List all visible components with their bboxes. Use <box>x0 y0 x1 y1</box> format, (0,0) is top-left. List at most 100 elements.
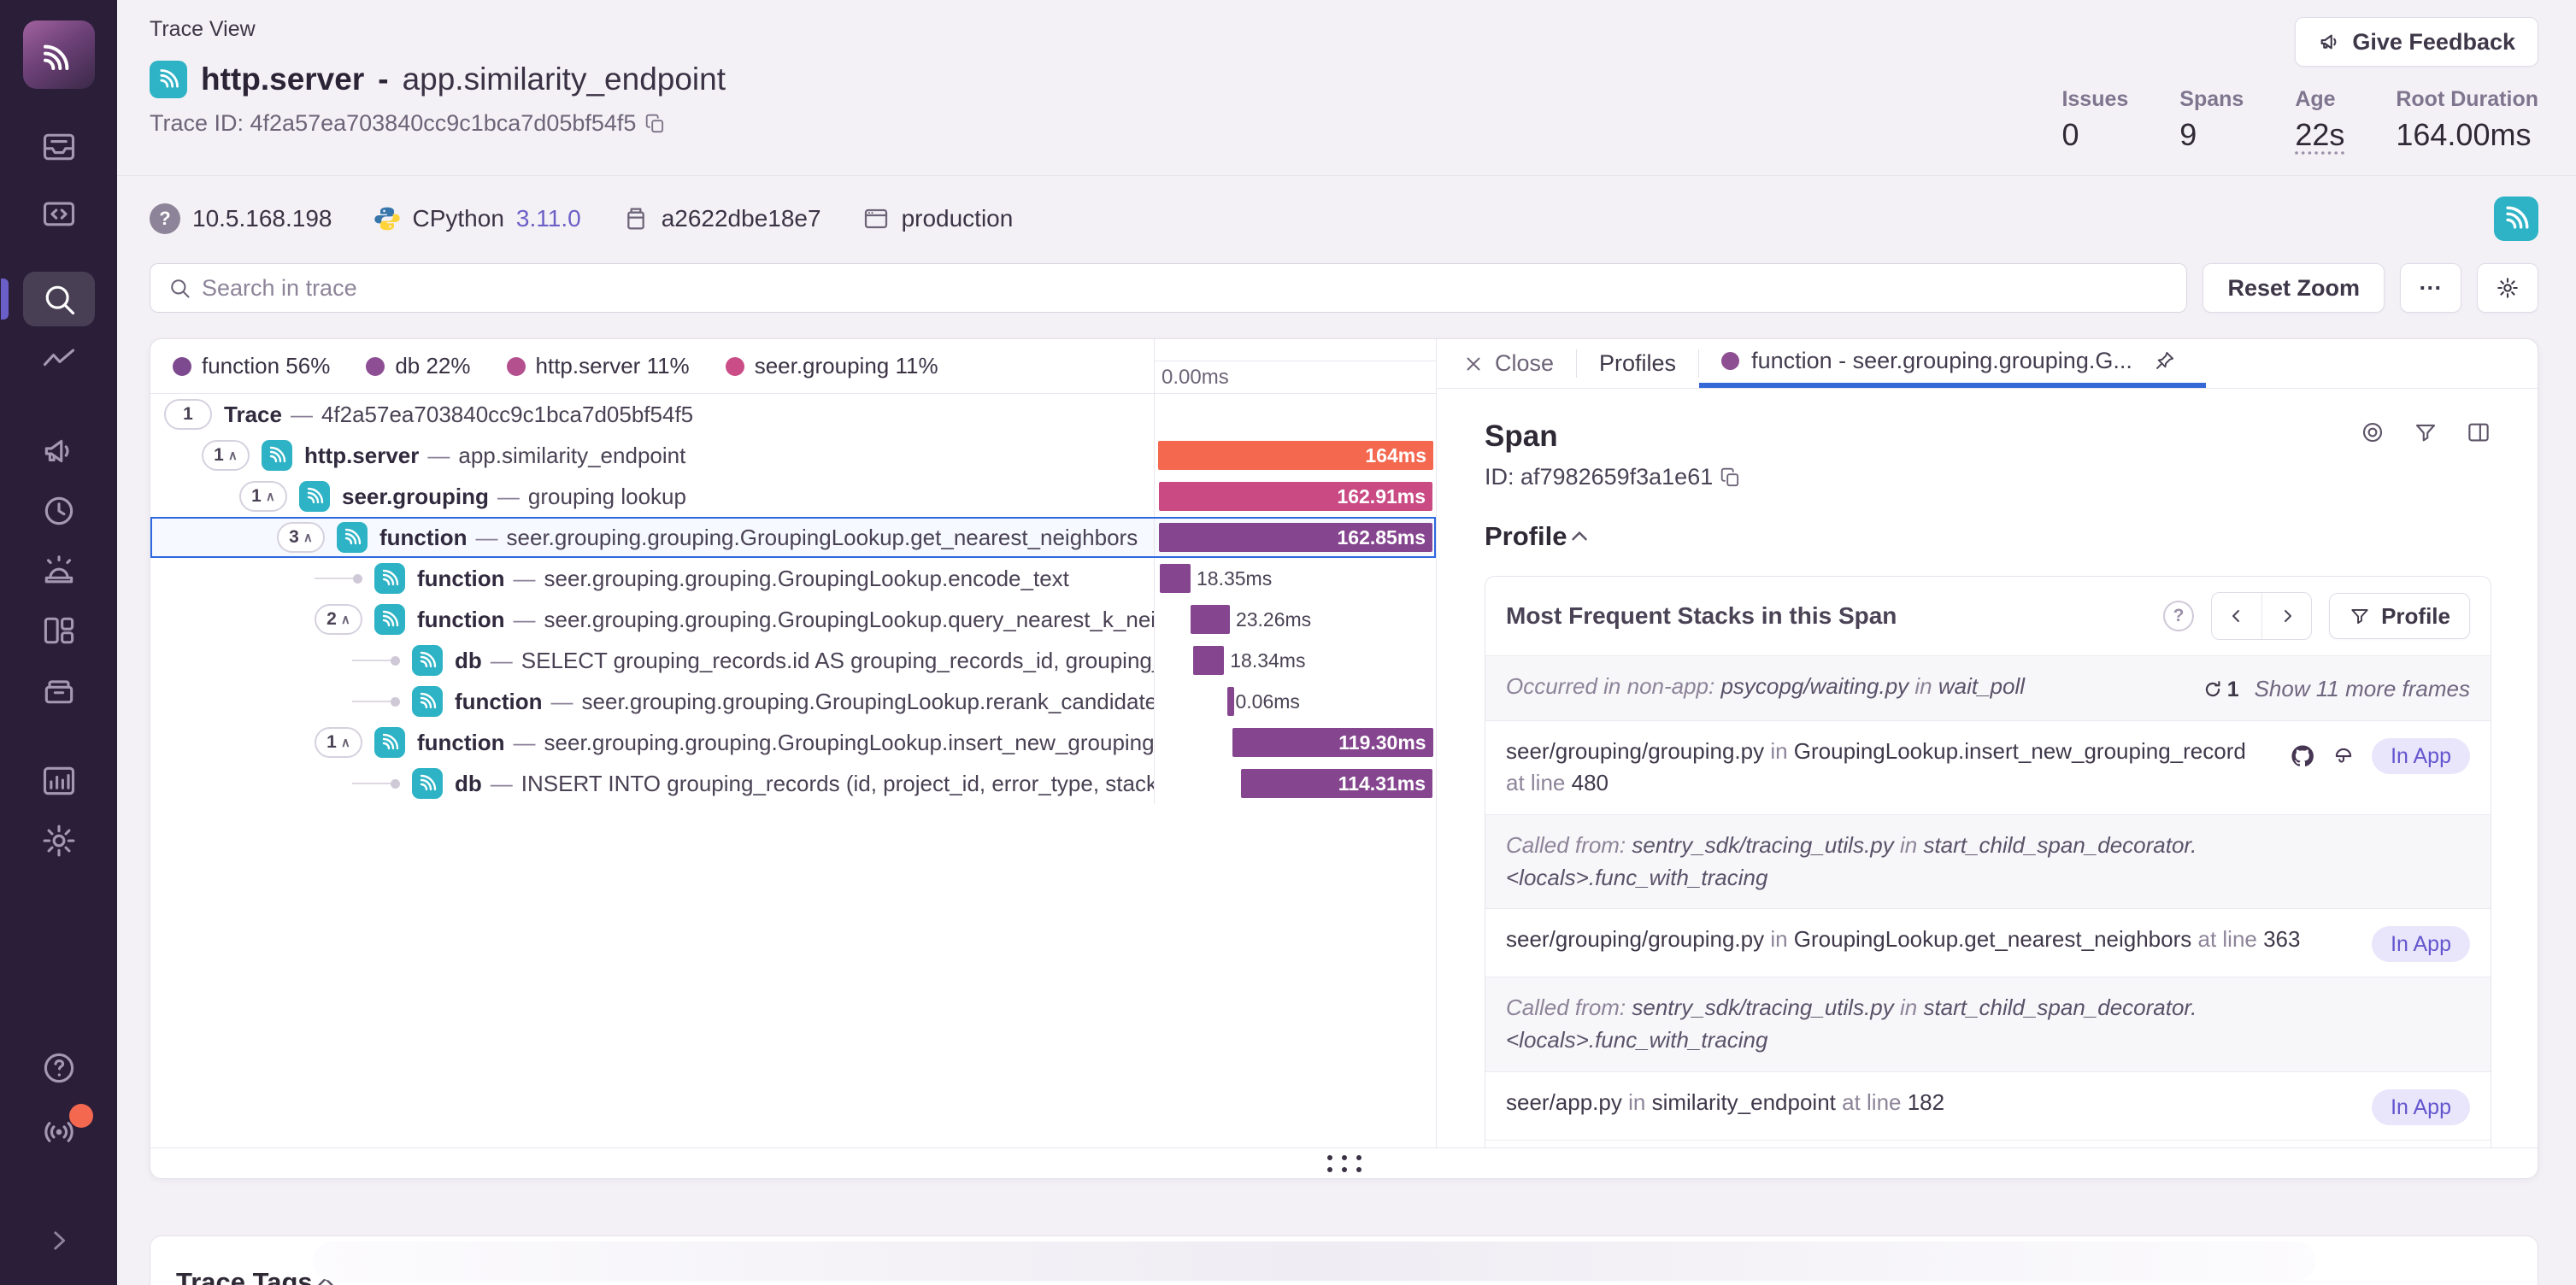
span-op-icon <box>412 686 443 717</box>
stack-frame-row[interactable]: Called from: sentry_sdk/tracing_utils.py… <box>1485 977 2491 1071</box>
trace-row[interactable]: function—seer.grouping.grouping.Grouping… <box>150 558 1436 599</box>
show-more-frames-link[interactable]: Show 11 more frames <box>2255 673 2470 706</box>
trace-row[interactable]: db—INSERT INTO grouping_records (id, pro… <box>150 763 1436 804</box>
span-op-icon <box>374 727 405 758</box>
next-stack-button[interactable] <box>2261 593 2311 639</box>
span-op: function <box>417 607 505 633</box>
legend-seer-grouping[interactable]: seer.grouping 11% <box>726 353 938 379</box>
reset-zoom-button[interactable]: Reset Zoom <box>2203 263 2385 313</box>
frame-segment: 480 <box>1572 770 1609 795</box>
stack-frame-row[interactable]: seer/app.py in similarity_endpoint at li… <box>1485 1071 2491 1140</box>
github-icon[interactable] <box>2290 743 2315 769</box>
window-icon <box>862 205 890 232</box>
layout-columns-icon[interactable] <box>2466 420 2491 445</box>
close-tab-button[interactable]: Close <box>1462 339 1576 388</box>
trace-tags-card: Trace Tags <box>150 1235 2538 1285</box>
frame-segment: sentry_sdk/tracing_utils.py <box>1632 832 1893 858</box>
pin-tab-icon[interactable] <box>2146 343 2184 380</box>
sidebar-item-stats[interactable] <box>23 754 95 808</box>
panel-resize-handle[interactable] <box>150 1147 2538 1178</box>
duration-cell: 162.91ms <box>1154 476 1436 517</box>
trace-row[interactable]: 1∧http.server—app.similarity_endpoint164… <box>150 435 1436 476</box>
span-op: seer.grouping <box>342 484 489 510</box>
span-count-badge[interactable]: 2∧ <box>315 604 362 635</box>
span-count-badge[interactable]: 1 <box>164 399 212 430</box>
span-count-badge[interactable]: 1∧ <box>202 440 250 471</box>
tab-span-active[interactable]: function - seer.grouping.grouping.G... <box>1699 339 2206 388</box>
trace-row[interactable]: 1Trace—4f2a57ea703840cc9c1bca7d05bf54f5 <box>150 394 1436 435</box>
sidebar-item-search[interactable] <box>23 272 95 326</box>
profile-section-header[interactable]: Profile <box>1485 521 2491 552</box>
inbox-icon <box>40 128 78 166</box>
copy-icon[interactable] <box>644 113 667 135</box>
span-count-badge[interactable]: 3∧ <box>277 522 325 553</box>
frame-segment: 182 <box>1908 1089 1944 1115</box>
seer-tool-icon[interactable] <box>2331 743 2356 769</box>
span-op-separator: — <box>291 402 313 428</box>
prev-stack-button[interactable] <box>2212 593 2261 639</box>
span-title: Span <box>1485 420 1558 454</box>
copy-icon[interactable] <box>1720 466 1742 489</box>
sidebar-item-performance[interactable] <box>23 333 95 388</box>
filter-icon[interactable] <box>2413 420 2438 445</box>
sidebar-collapse-chevron-icon[interactable] <box>23 1213 95 1268</box>
duration-cell: 23.26ms <box>1154 599 1436 640</box>
legend-db[interactable]: db 22% <box>366 353 470 379</box>
span-count-badge[interactable]: 1∧ <box>315 727 362 758</box>
stack-frame-row[interactable]: Occurred in non-app: psycopg/waiting.py … <box>1485 655 2491 720</box>
trace-row[interactable]: function—seer.grouping.grouping.Grouping… <box>150 681 1436 722</box>
duration-cell: 164ms <box>1154 435 1436 476</box>
sidebar-item-dashboards[interactable] <box>23 603 95 658</box>
help-icon[interactable]: ? <box>2163 601 2194 631</box>
duration-label: 0.06ms <box>1235 681 1299 722</box>
tab-profiles[interactable]: Profiles <box>1577 339 1698 388</box>
sidebar-item-alerts[interactable] <box>23 543 95 598</box>
stack-frame-row[interactable]: seer/grouping/grouping.py in GroupingLoo… <box>1485 720 2491 814</box>
sidebar-item-settings[interactable] <box>23 813 95 868</box>
span-op: function <box>417 566 505 592</box>
legend-http-server[interactable]: http.server 11% <box>507 353 690 379</box>
give-feedback-button[interactable]: Give Feedback <box>2295 17 2538 67</box>
span-id-label: ID: af7982659f3a1e61 <box>1485 464 1713 490</box>
sidebar-item-issues[interactable] <box>23 120 95 174</box>
gear-icon <box>2496 276 2520 300</box>
span-description: seer.grouping.grouping.GroupingLookup.qu… <box>544 607 1154 633</box>
stat-label: Age <box>2295 87 2344 112</box>
duration-bar: 114.31ms <box>1241 769 1432 798</box>
stack-frame-row[interactable]: Called from: sentry_sdk/tracing_utils.py… <box>1485 814 2491 908</box>
span-count-badge[interactable]: 1∧ <box>239 481 287 512</box>
sidebar-item-help[interactable] <box>23 1041 95 1095</box>
trace-row[interactable]: 2∧function—seer.grouping.grouping.Groupi… <box>150 599 1436 640</box>
sidebar-item-whats-new[interactable] <box>23 1104 95 1159</box>
trace-row[interactable]: 1∧seer.grouping—grouping lookup162.91ms <box>150 476 1436 517</box>
sidebar-item-releases[interactable] <box>23 663 95 718</box>
focus-target-icon[interactable] <box>2360 420 2385 445</box>
span-op: db <box>455 771 482 797</box>
sidebar-item-feedback[interactable] <box>23 424 95 478</box>
trace-row[interactable]: db—SELECT grouping_records.id AS groupin… <box>150 640 1436 681</box>
open-profile-button[interactable]: Profile <box>2329 593 2470 639</box>
duration-bar <box>1160 564 1191 593</box>
trace-settings-button[interactable] <box>2477 263 2538 313</box>
trace-row[interactable]: 1∧function—seer.grouping.grouping.Groupi… <box>150 722 1436 763</box>
legend-function[interactable]: function 56% <box>173 353 330 379</box>
span-header: Span <box>1485 420 2491 454</box>
span-description: app.similarity_endpoint <box>458 443 685 469</box>
search-icon <box>168 276 191 300</box>
stack-frame-row[interactable]: seer/grouping/grouping.py in GroupingLoo… <box>1485 908 2491 977</box>
frame-segment: in <box>1894 995 1924 1020</box>
sidebar-item-explore[interactable] <box>23 186 95 241</box>
chevron-up-icon: ∧ <box>341 735 350 750</box>
tree-connector <box>352 779 400 789</box>
trace-stats: Issues0Spans9Age22sRoot Duration164.00ms <box>2061 87 2538 153</box>
duration-cell <box>1154 394 1436 435</box>
more-options-button[interactable]: ··· <box>2400 263 2461 313</box>
tree-connector <box>315 574 362 584</box>
stat-spans: Spans9 <box>2179 87 2244 153</box>
code-folder-icon <box>40 195 78 232</box>
sentry-logo[interactable] <box>23 21 95 89</box>
sidebar-item-replays[interactable] <box>23 484 95 538</box>
search-input[interactable] <box>202 275 2169 302</box>
legend-label: function 56% <box>202 353 330 379</box>
trace-row[interactable]: 3∧function—seer.grouping.grouping.Groupi… <box>150 517 1436 558</box>
